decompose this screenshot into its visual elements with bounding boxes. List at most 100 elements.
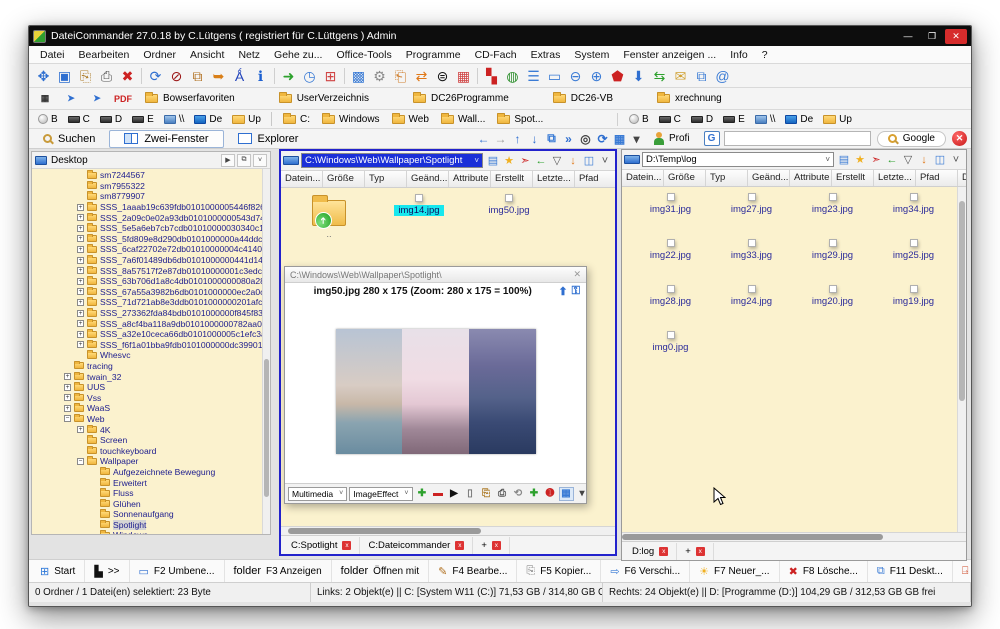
tree-item[interactable]: + WaaS [32, 403, 270, 414]
menu-item[interactable]: CD-Fach [468, 48, 524, 62]
column-header[interactable]: Letzte... [533, 171, 575, 187]
tree-item[interactable]: + SSS_71d721ab8e3ddb0101000000201afc17 [32, 297, 270, 308]
forbidden-icon[interactable]: ⊘ [166, 66, 187, 86]
caret-button[interactable]: ▾ [575, 487, 590, 501]
column-header[interactable]: Pfad [916, 170, 958, 186]
zoom-in-icon[interactable]: ⊕ [586, 66, 607, 86]
add-button[interactable]: ✚ [415, 487, 430, 501]
imageeffect-dropdown[interactable]: ImageEffect˅ [349, 487, 412, 501]
f4-edit-button[interactable]: ✎ F4 Bearbe... [429, 560, 517, 582]
drive-button[interactable]: C [63, 113, 95, 126]
file-item[interactable]: img31.jpg [630, 193, 711, 215]
tree-item[interactable]: tracing [32, 361, 270, 372]
fullscreen-icon[interactable]: ✥ [33, 66, 54, 86]
tree-item[interactable]: Whesvc [32, 350, 270, 361]
back-green-icon[interactable]: ← [533, 155, 549, 167]
forward-icon[interactable]: → [492, 132, 509, 146]
expander-icon[interactable]: + [77, 288, 84, 295]
f3-show-button[interactable]: folder F3 Anzeigen [225, 560, 332, 582]
cards-view-icon[interactable]: ▤ [836, 153, 852, 166]
expander-icon[interactable]: + [77, 204, 84, 211]
go-arrow-icon[interactable]: ➜ [278, 66, 299, 86]
scanner-icon[interactable]: ➤ [59, 90, 83, 108]
pane-tab[interactable]: + x [473, 537, 510, 554]
column-header[interactable]: Typ [365, 171, 407, 187]
close-tab-icon[interactable]: x [342, 541, 351, 550]
tree-item[interactable]: sm8779907 [32, 191, 270, 202]
file-item[interactable]: img27.jpg [711, 193, 792, 215]
column-header[interactable]: Attribute [790, 170, 832, 186]
close-tab-icon[interactable]: x [492, 541, 501, 550]
tree-item[interactable]: Windows [32, 530, 270, 534]
vertical-scrollbar[interactable] [957, 187, 966, 532]
more-icon[interactable]: » [560, 132, 577, 146]
zoom-out-icon[interactable]: ⊖ [565, 66, 586, 86]
expander-icon[interactable]: + [77, 426, 84, 433]
web-search-input[interactable] [724, 131, 871, 146]
drive-button[interactable]: D [95, 113, 127, 126]
expander-icon[interactable]: + [77, 214, 84, 221]
split-view-icon[interactable]: ◫ [581, 154, 597, 167]
column-header[interactable]: Größe [323, 171, 365, 187]
print-button[interactable]: ⎙ [495, 487, 510, 501]
remove-button[interactable]: ▬ [431, 487, 446, 501]
print-icon[interactable]: ⎙ [96, 66, 117, 86]
delete-icon[interactable]: ✖ [117, 66, 138, 86]
drive-button[interactable]: De [189, 113, 227, 126]
expander-icon[interactable]: + [77, 278, 84, 285]
tree-item[interactable]: + SSS_8a57517f2e87db01010000001c3edc3e [32, 265, 270, 276]
equal-icon[interactable]: ⊜ [432, 66, 453, 86]
file-item[interactable]: img22.jpg [630, 239, 711, 261]
column-header[interactable]: Pfad [575, 171, 615, 187]
tree-item[interactable]: Spotlight [32, 520, 270, 531]
down-orange-icon[interactable]: ↓ [916, 154, 932, 166]
pane-caret-icon[interactable]: ˅ [948, 154, 964, 166]
down-icon[interactable]: ↓ [526, 132, 543, 146]
column-header[interactable]: Datein... [622, 170, 664, 186]
favorite-star-icon[interactable]: ★ [501, 154, 517, 167]
breadcrumb-item[interactable]: Wall... [435, 113, 491, 126]
tree-root-label[interactable]: Desktop [51, 155, 88, 166]
tree-item[interactable]: sm7955322 [32, 181, 270, 192]
expander-icon[interactable]: + [64, 373, 71, 380]
info-icon[interactable]: ℹ [250, 66, 271, 86]
clipboard-button[interactable]: ⎘ [479, 487, 494, 501]
calculator-icon[interactable]: ▦ [33, 90, 57, 108]
tree-item[interactable]: Glühen [32, 498, 270, 509]
tree-item[interactable]: + SSS_7a6f01489db6db0101000000441d1434 [32, 255, 270, 266]
close-tab-icon[interactable]: x [455, 541, 464, 550]
pane-tab[interactable]: C:Spotlight x [283, 537, 360, 554]
windows-stack-button[interactable]: ⧉ [237, 154, 251, 167]
file-item[interactable]: .. [287, 194, 371, 240]
cards-view-icon[interactable]: ▤ [485, 154, 501, 167]
pdf-icon[interactable]: ⬟ [607, 66, 628, 86]
tree-item[interactable]: − Wallpaper [32, 456, 270, 467]
tree-item[interactable]: sm7244567 [32, 170, 270, 181]
tree-item[interactable]: + SSS_273362fda84bdb0101000000f845f834 [32, 308, 270, 319]
file-item[interactable]: img14.jpg [377, 194, 461, 216]
tree-item[interactable]: + SSS_2a09c0e02a93db0101000000543d743d [32, 212, 270, 223]
back-icon[interactable]: ← [475, 132, 492, 146]
pdf-tool-icon[interactable]: PDF [111, 90, 135, 108]
favorite-folder-button[interactable]: Bowserfavoriten [137, 92, 243, 105]
filter-funnel-icon[interactable]: ▽ [549, 154, 565, 167]
tab-dual-pane[interactable]: Zwei-Fenster [109, 130, 223, 148]
f2-rename-button[interactable]: ▭ F2 Umbene... [130, 560, 225, 582]
expander-icon[interactable]: + [77, 225, 84, 232]
breadcrumb-item[interactable]: C: [277, 113, 316, 126]
column-header[interactable]: Größe [664, 170, 706, 186]
breadcrumb-item[interactable]: Spot... [491, 113, 549, 126]
menu-item[interactable]: Datei [33, 48, 72, 62]
tab-explorer[interactable]: Explorer [224, 130, 313, 148]
up-icon[interactable]: ↑ [509, 132, 526, 146]
start-button[interactable]: ⊞ Start [31, 560, 85, 582]
close-search-button[interactable]: ✕ [952, 131, 967, 146]
expander-icon[interactable]: − [64, 415, 71, 422]
kb-monitor-icon[interactable]: ▣ [54, 66, 75, 86]
key-icon[interactable]: ⚿ [572, 285, 580, 298]
move-to-folder-icon[interactable]: ➥ [208, 66, 229, 86]
column-header[interactable]: Erstellt [832, 170, 874, 186]
tree-item[interactable]: + 4K [32, 424, 270, 435]
favorite-folder-button[interactable]: DC26-VB [545, 92, 621, 105]
column-header[interactable]: Datein... [281, 171, 323, 187]
